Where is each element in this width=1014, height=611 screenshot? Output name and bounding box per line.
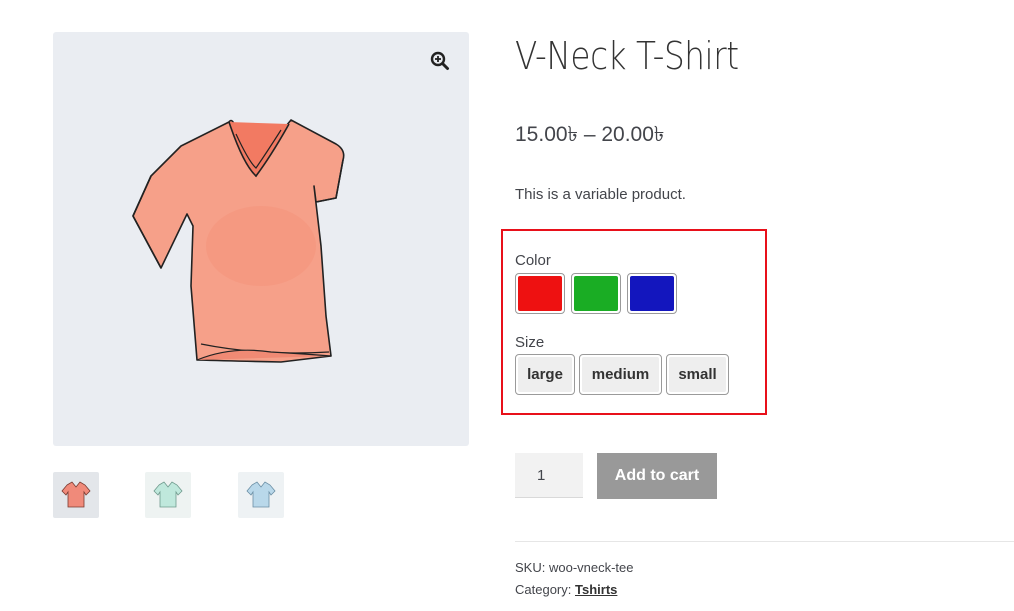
blue-tshirt-thumbnail[interactable]: [238, 472, 284, 518]
color-swatch-blue[interactable]: [627, 273, 677, 314]
quantity-input[interactable]: [515, 453, 583, 498]
tshirt-image: [132, 119, 345, 363]
size-option-large[interactable]: large: [515, 354, 575, 395]
color-swatch-red[interactable]: [515, 273, 565, 314]
product-main-image[interactable]: [53, 32, 469, 446]
size-label: Size: [515, 334, 545, 351]
zoom-icon[interactable]: [429, 50, 451, 72]
add-to-cart-button[interactable]: Add to cart: [597, 453, 717, 499]
sku-value: woo-vneck-tee: [548, 560, 634, 575]
product-description: This is a variable product.: [515, 186, 686, 203]
size-option-small[interactable]: small: [666, 354, 729, 395]
product-category: Category: Tshirts: [515, 582, 617, 597]
green-tshirt-thumbnail[interactable]: [145, 472, 191, 518]
product-title: V-Neck T-Shirt: [515, 34, 739, 78]
size-option-medium[interactable]: medium: [579, 354, 662, 395]
sku-label: SKU:: [515, 560, 546, 575]
category-link[interactable]: Tshirts: [575, 582, 617, 597]
divider: [515, 541, 1014, 542]
product-price: 15.00৳ – 20.00৳: [515, 123, 665, 146]
color-swatch-green[interactable]: [571, 273, 621, 314]
red-tshirt-thumbnail[interactable]: [53, 472, 99, 518]
category-label: Category:: [515, 582, 572, 597]
color-label: Color: [515, 252, 551, 269]
product-sku: SKU: woo-vneck-tee: [515, 560, 634, 575]
